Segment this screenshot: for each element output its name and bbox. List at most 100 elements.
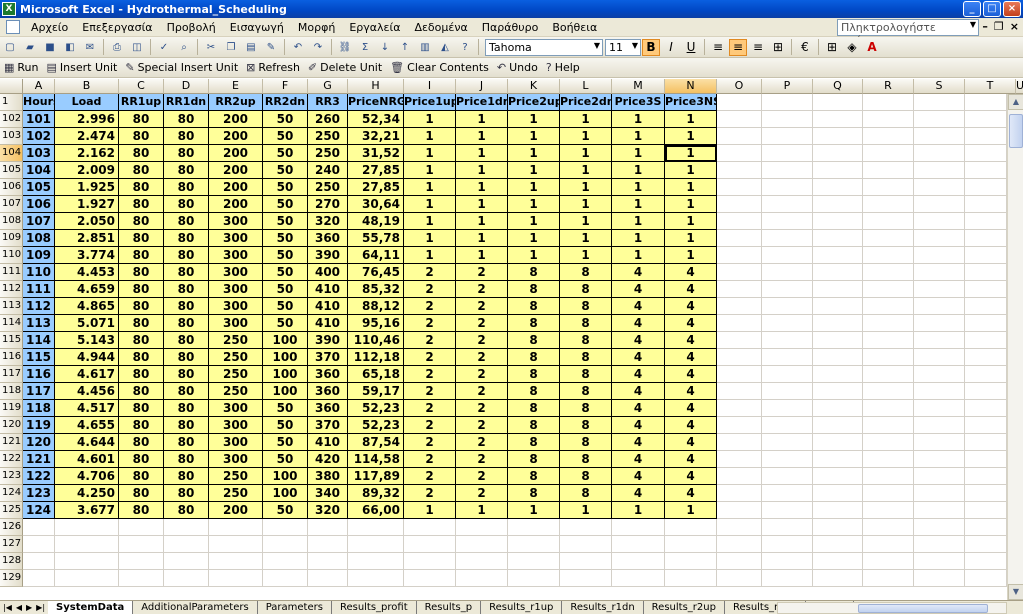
data-cell[interactable]: 4 <box>665 383 717 400</box>
data-cell[interactable]: 300 <box>209 281 263 298</box>
data-cell[interactable]: 102 <box>23 128 55 145</box>
data-cell[interactable]: 370 <box>308 349 348 366</box>
data-cell[interactable]: 123 <box>23 485 55 502</box>
row-header-1[interactable]: 1 <box>0 94 23 111</box>
chart-wizard-icon[interactable]: ▥ <box>417 39 433 55</box>
data-cell[interactable]: 1 <box>456 196 508 213</box>
data-cell[interactable]: 1 <box>456 213 508 230</box>
empty-cell[interactable] <box>863 485 914 502</box>
empty-cell[interactable] <box>965 196 1007 213</box>
row-header[interactable]: 116 <box>0 349 23 366</box>
empty-cell[interactable] <box>965 468 1007 485</box>
empty-cell[interactable] <box>308 519 348 536</box>
row-header[interactable]: 111 <box>0 264 23 281</box>
row-header[interactable]: 112 <box>0 281 23 298</box>
data-cell[interactable]: 52,23 <box>348 417 404 434</box>
row-header[interactable]: 114 <box>0 315 23 332</box>
merge-center-icon[interactable]: ⊞ <box>769 39 787 56</box>
data-cell[interactable]: 1 <box>560 128 612 145</box>
data-cell[interactable]: 105 <box>23 179 55 196</box>
data-cell[interactable]: 8 <box>508 451 560 468</box>
data-cell[interactable]: 4.944 <box>55 349 119 366</box>
data-cell[interactable]: 50 <box>263 145 308 162</box>
empty-cell[interactable] <box>813 332 863 349</box>
empty-cell[interactable] <box>55 519 119 536</box>
data-cell[interactable]: 3.774 <box>55 247 119 264</box>
new-file-icon[interactable]: ▢ <box>2 39 18 55</box>
data-cell[interactable]: 80 <box>164 366 209 383</box>
data-cell[interactable]: 1 <box>404 128 456 145</box>
data-cell[interactable]: 111 <box>23 281 55 298</box>
sheet-tab-systemdata[interactable]: SystemData <box>48 600 134 614</box>
data-cell[interactable]: 50 <box>263 281 308 298</box>
column-header-j[interactable]: J <box>456 79 508 94</box>
data-cell[interactable]: 2 <box>456 366 508 383</box>
empty-cell[interactable] <box>762 451 813 468</box>
empty-cell[interactable] <box>717 434 762 451</box>
select-all-corner[interactable] <box>0 79 23 94</box>
data-cell[interactable]: 1 <box>612 111 665 128</box>
data-cell[interactable]: 31,52 <box>348 145 404 162</box>
empty-cell[interactable] <box>914 553 965 570</box>
row-header[interactable]: 107 <box>0 196 23 213</box>
data-cell[interactable]: 80 <box>164 247 209 264</box>
row-header[interactable]: 128 <box>0 553 23 570</box>
empty-cell[interactable] <box>863 128 914 145</box>
empty-cell[interactable] <box>914 213 965 230</box>
empty-cell[interactable] <box>863 111 914 128</box>
data-cell[interactable]: 1 <box>508 247 560 264</box>
empty-cell[interactable] <box>965 315 1007 332</box>
empty-cell[interactable] <box>717 366 762 383</box>
data-cell[interactable]: 80 <box>119 298 164 315</box>
data-cell[interactable]: 100 <box>263 332 308 349</box>
empty-cell[interactable] <box>308 570 348 587</box>
data-cell[interactable]: 110 <box>23 264 55 281</box>
data-cell[interactable]: 300 <box>209 247 263 264</box>
empty-cell[interactable] <box>813 366 863 383</box>
data-cell[interactable]: 80 <box>164 230 209 247</box>
empty-cell[interactable] <box>762 247 813 264</box>
workbook-icon[interactable] <box>6 20 20 34</box>
data-cell[interactable]: 4 <box>612 451 665 468</box>
data-cell[interactable]: 118 <box>23 400 55 417</box>
data-cell[interactable]: 2 <box>456 349 508 366</box>
data-cell[interactable]: 80 <box>164 400 209 417</box>
column-header-b[interactable]: B <box>55 79 119 94</box>
empty-cell[interactable] <box>863 417 914 434</box>
empty-cell[interactable] <box>209 536 263 553</box>
data-cell[interactable]: 390 <box>308 332 348 349</box>
header-cell-pricenrg[interactable]: PriceNRG <box>348 94 404 111</box>
data-cell[interactable]: 2 <box>404 434 456 451</box>
column-header-q[interactable]: Q <box>813 79 863 94</box>
empty-cell[interactable] <box>965 400 1007 417</box>
data-cell[interactable]: 2 <box>404 417 456 434</box>
empty-cell[interactable] <box>508 553 560 570</box>
data-cell[interactable]: 360 <box>308 383 348 400</box>
data-cell[interactable]: 4 <box>665 417 717 434</box>
data-cell[interactable]: 80 <box>164 349 209 366</box>
data-cell[interactable]: 4.601 <box>55 451 119 468</box>
empty-cell[interactable] <box>813 417 863 434</box>
empty-cell[interactable] <box>762 485 813 502</box>
data-cell[interactable]: 200 <box>209 162 263 179</box>
menu-insert[interactable]: Εισαγωγή <box>223 21 291 34</box>
borders-icon[interactable]: ⊞ <box>823 39 841 56</box>
data-cell[interactable]: 4.655 <box>55 417 119 434</box>
empty-cell[interactable] <box>717 128 762 145</box>
align-right-icon[interactable]: ≡ <box>749 39 767 56</box>
empty-cell[interactable] <box>914 281 965 298</box>
data-cell[interactable]: 8 <box>508 298 560 315</box>
empty-cell[interactable] <box>55 553 119 570</box>
data-cell[interactable]: 1 <box>612 213 665 230</box>
sheet-tab-results_p[interactable]: Results_p <box>416 600 482 614</box>
workbook-close-button[interactable]: × <box>1010 20 1019 33</box>
data-cell[interactable]: 8 <box>560 451 612 468</box>
data-cell[interactable]: 4.517 <box>55 400 119 417</box>
data-cell[interactable]: 8 <box>508 332 560 349</box>
data-cell[interactable]: 50 <box>263 400 308 417</box>
data-cell[interactable]: 1 <box>404 247 456 264</box>
header-cell-price2dn[interactable]: Price2dn <box>560 94 612 111</box>
data-cell[interactable]: 80 <box>119 264 164 281</box>
empty-cell[interactable] <box>965 434 1007 451</box>
data-cell[interactable]: 27,85 <box>348 162 404 179</box>
